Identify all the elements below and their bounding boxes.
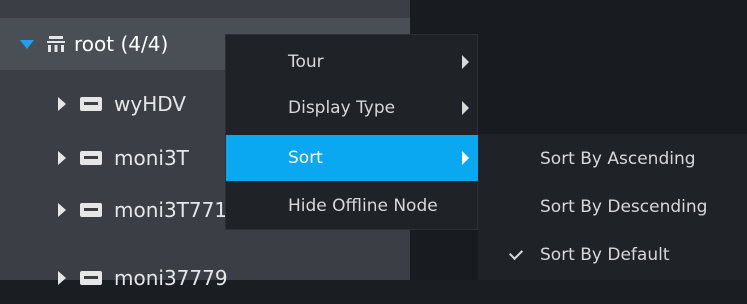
submenu-arrow-icon: [462, 151, 469, 165]
organization-icon: [46, 35, 66, 53]
collapsed-arrow-icon[interactable]: [58, 203, 66, 217]
sort-submenu: Sort By Ascending Sort By Descending Sor…: [478, 134, 747, 280]
device-icon: [80, 271, 102, 285]
submenu-arrow-icon: [462, 101, 469, 115]
collapsed-arrow-icon[interactable]: [58, 97, 66, 111]
device-label: moni3T: [114, 146, 189, 170]
device-label: moni3T771: [114, 198, 228, 222]
device-icon: [80, 151, 102, 165]
menu-item-sort-default[interactable]: Sort By Default: [478, 232, 747, 278]
menu-item-label: Sort By Descending: [540, 197, 708, 217]
menu-item-sort[interactable]: Sort: [226, 135, 479, 181]
expand-caret-icon[interactable]: [20, 39, 34, 49]
menu-item-label: Sort By Ascending: [540, 149, 696, 169]
menu-item-sort-descending[interactable]: Sort By Descending: [478, 184, 747, 230]
context-menu: Tour Display Type Sort Hide Offline Node: [225, 34, 479, 230]
menu-item-label: Display Type: [288, 98, 396, 118]
device-label: moni37779: [114, 266, 228, 290]
collapsed-arrow-icon[interactable]: [58, 271, 66, 285]
device-label: wyHDV: [114, 92, 186, 116]
menu-item-display-type[interactable]: Display Type: [226, 85, 479, 131]
menu-item-label: Sort By Default: [540, 245, 670, 265]
device-icon: [80, 97, 102, 111]
menu-item-label: Hide Offline Node: [288, 196, 438, 216]
menu-item-label: Sort: [288, 148, 323, 168]
menu-item-label: Tour: [288, 52, 324, 72]
collapsed-arrow-icon[interactable]: [58, 151, 66, 165]
device-icon: [80, 203, 102, 217]
checkmark-icon: [508, 245, 524, 261]
submenu-arrow-icon: [462, 55, 469, 69]
menu-item-sort-ascending[interactable]: Sort By Ascending: [478, 136, 747, 182]
root-node-label: root (4/4): [74, 32, 169, 56]
menu-item-tour[interactable]: Tour: [226, 39, 479, 85]
menu-item-hide-offline-node[interactable]: Hide Offline Node: [226, 183, 479, 229]
tree-node-device[interactable]: moni37779: [0, 252, 410, 304]
